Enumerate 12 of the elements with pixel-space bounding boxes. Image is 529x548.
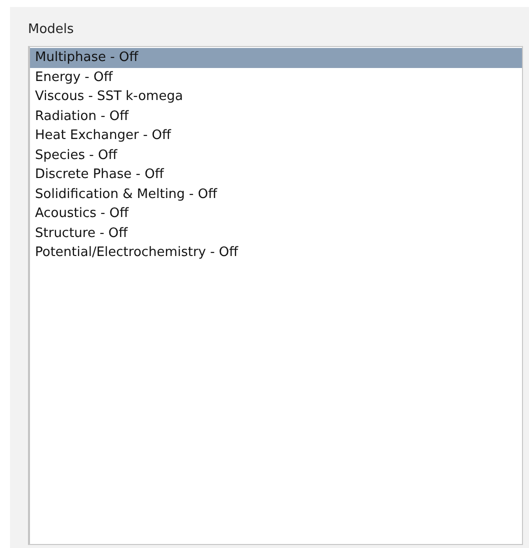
group-label: Models	[28, 21, 74, 39]
list-item[interactable]: Radiation - Off	[30, 106, 522, 126]
list-item[interactable]: Discrete Phase - Off	[30, 165, 522, 184]
list-item[interactable]: Structure - Off	[30, 224, 522, 243]
list-item[interactable]: Solidification & Melting - Off	[30, 184, 522, 204]
list-item[interactable]: Potential/Electrochemistry - Off	[30, 243, 522, 262]
list-item[interactable]: Species - Off	[30, 146, 522, 165]
list-item[interactable]: Energy - Off	[30, 68, 522, 87]
list-item[interactable]: Multiphase - Off	[30, 48, 522, 68]
list-item[interactable]: Heat Exchanger - Off	[30, 126, 522, 146]
list-item[interactable]: Acoustics - Off	[30, 204, 522, 224]
list-item[interactable]: Viscous - SST k-omega	[30, 87, 522, 106]
